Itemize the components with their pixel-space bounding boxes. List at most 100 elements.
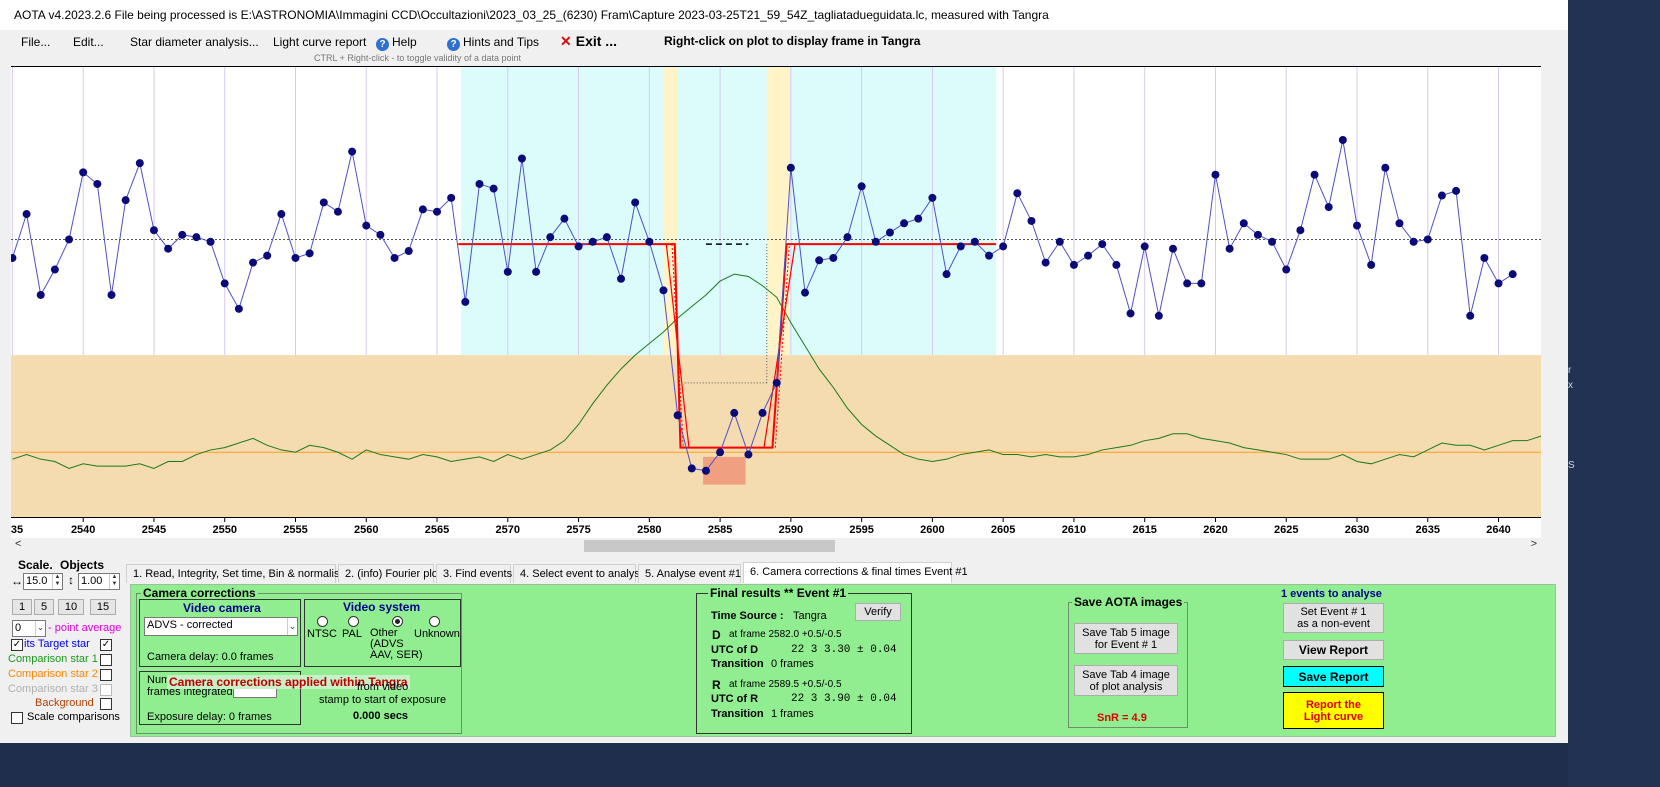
x-tick-label: 2545 — [142, 524, 166, 536]
objects-label: Objects — [60, 558, 105, 572]
point-average-select[interactable]: 0 ⌄ — [12, 620, 46, 637]
target-data-point — [1253, 230, 1262, 239]
tab-3[interactable]: 3. Find events — [436, 564, 512, 583]
save-tab5-image-button[interactable]: Save Tab 5 image for Event # 1 — [1074, 623, 1178, 654]
target-data-point — [1183, 279, 1192, 288]
save-report-button[interactable]: Save Report — [1283, 666, 1384, 687]
scroll-right-arrow-icon[interactable]: > — [1531, 538, 1537, 550]
scroll-thumb[interactable] — [584, 540, 835, 552]
menu-light-curve-report[interactable]: Light curve report — [273, 35, 366, 49]
target-data-point — [574, 242, 583, 251]
target-data-point — [1409, 237, 1418, 246]
utc-d-label: UTC of D — [711, 644, 759, 656]
scale-button-15[interactable]: 15 — [90, 599, 116, 615]
target-data-point — [744, 450, 753, 459]
target-data-point — [1098, 240, 1107, 249]
scale-button-1[interactable]: 1 — [12, 599, 32, 615]
target-data-point — [475, 179, 484, 188]
menu-star-diameter[interactable]: Star diameter analysis... — [130, 35, 259, 49]
target-data-point — [234, 304, 243, 313]
target-data-point — [999, 242, 1008, 251]
target-data-point — [277, 210, 286, 219]
target-data-point — [1310, 170, 1319, 179]
chevron-down-icon: ⌄ — [35, 621, 45, 636]
x-tick-label: 2605 — [991, 524, 1015, 536]
menu-exit[interactable]: ✕ Exit ... — [560, 33, 617, 50]
target-data-point — [985, 251, 994, 260]
spinner-arrows-icon[interactable]: ▲ ▼ — [52, 574, 62, 589]
set-non-event-button[interactable]: Set Event # 1 as a non-event — [1283, 603, 1384, 633]
tab-6[interactable]: 6. Camera corrections & final times Even… — [743, 562, 968, 583]
report-light-curve-button[interactable]: Report the Light curve — [1283, 692, 1384, 729]
target-data-point — [107, 290, 116, 299]
scroll-left-arrow-icon[interactable]: < — [15, 538, 21, 550]
plot-horizontal-scrollbar[interactable]: < > — [11, 538, 1541, 554]
x-tick-label: 2615 — [1132, 524, 1156, 536]
close-x-icon: ✕ — [560, 33, 572, 49]
time-source-value: Tangra — [793, 610, 827, 622]
object-checkbox-1[interactable]: ✓ — [100, 639, 112, 651]
camera-corrections-title: Camera corrections — [141, 586, 258, 600]
video-system-label: Video system — [341, 600, 423, 614]
target-data-point — [263, 251, 272, 260]
scale-comparisons-checkbox[interactable] — [11, 712, 23, 724]
scale-button-5[interactable]: 5 — [34, 599, 54, 615]
video-system-ntsc-radio[interactable] — [317, 616, 328, 627]
save-tab4-image-button[interactable]: Save Tab 4 image of plot analysis — [1074, 665, 1178, 696]
target-data-point — [1367, 260, 1376, 269]
menu-file[interactable]: File... — [21, 35, 50, 49]
spinner-arrows-icon[interactable]: ▲ ▼ — [109, 574, 119, 589]
scale-button-10[interactable]: 10 — [58, 599, 84, 615]
question-circle-icon: ? — [376, 38, 389, 51]
pal-label: PAL — [342, 628, 362, 640]
light-curve-plot[interactable]: 35 2540 2545 2550 2555 2560 2565 2570 2575 2580 25… — [11, 66, 1541, 538]
video-system-other-radio[interactable] — [392, 616, 403, 627]
tab-4[interactable]: 4. Select event to analyse — [513, 564, 646, 583]
display-target-checkbox[interactable]: ✓ — [11, 639, 23, 651]
target-data-point — [390, 253, 399, 262]
target-data-point — [362, 221, 371, 230]
target-data-point — [1466, 311, 1475, 320]
target-data-point — [1296, 226, 1305, 235]
cyan-region — [677, 66, 767, 356]
target-data-point — [249, 258, 258, 267]
tab-5[interactable]: 5. Analyse event #1 — [638, 564, 741, 583]
target-data-point — [716, 448, 725, 457]
object-checkbox-4[interactable] — [100, 684, 112, 696]
d-label: D — [712, 628, 721, 642]
vertical-scale-spinner[interactable]: 1.00 ▲ ▼ — [78, 573, 120, 590]
target-data-point — [206, 237, 215, 246]
menu-help[interactable]: ? Help — [376, 35, 417, 51]
object-checkbox-3[interactable] — [100, 669, 112, 681]
utc-r-label: UTC of R — [711, 693, 759, 705]
tab-2[interactable]: 2. (info) Fourier plot — [338, 564, 441, 583]
menu-hints[interactable]: ? Hints and Tips — [447, 35, 539, 51]
video-camera-select[interactable]: ADVS - corrected ⌄ — [144, 617, 298, 636]
target-data-point — [673, 411, 682, 420]
object-checkbox-5[interactable] — [100, 698, 112, 710]
target-data-point — [1084, 251, 1093, 260]
target-data-point — [871, 237, 880, 246]
target-data-point — [928, 193, 937, 202]
target-data-point — [404, 247, 413, 256]
target-data-point — [956, 242, 965, 251]
menu-hints-label: Hints and Tips — [463, 35, 540, 49]
horizontal-scale-spinner[interactable]: 15.0 ▲ ▼ — [23, 573, 63, 590]
target-data-point — [1494, 279, 1503, 288]
target-data-point — [22, 210, 31, 219]
video-system-pal-radio[interactable] — [348, 616, 359, 627]
view-report-button[interactable]: View Report — [1283, 640, 1384, 660]
target-data-point — [1423, 235, 1432, 244]
target-data-point — [79, 168, 88, 177]
object-label-3: Comparison star 2 — [8, 668, 98, 680]
menu-edit[interactable]: Edit... — [73, 35, 104, 49]
target-data-point — [857, 182, 866, 191]
verify-button[interactable]: Verify — [855, 603, 901, 621]
target-data-point — [447, 193, 456, 202]
scale-comparisons-label: Scale comparisons — [27, 711, 120, 723]
horizontal-scale-icon: ↔ — [11, 574, 23, 588]
unknown-label: Unknown — [414, 628, 460, 640]
video-system-unknown-radio[interactable] — [429, 616, 440, 627]
object-checkbox-2[interactable] — [100, 654, 112, 666]
tab-1[interactable]: 1. Read, Integrity, Set time, Bin & norm… — [126, 564, 346, 583]
